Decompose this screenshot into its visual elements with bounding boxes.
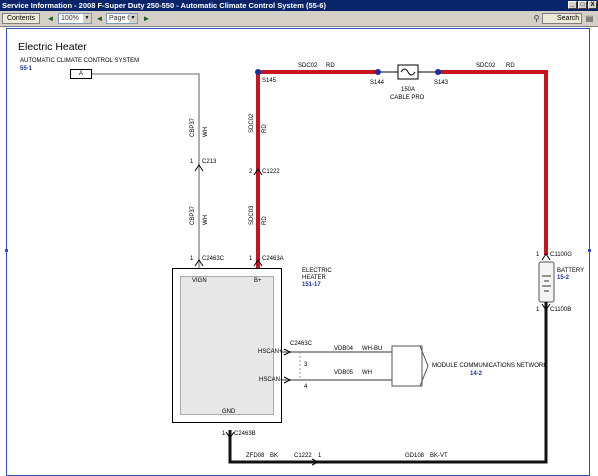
connector-c2463b-label: C2463B (234, 431, 256, 437)
wire-color-label: WH-BU (362, 346, 383, 352)
fuse-rating-label: 150A (401, 87, 416, 93)
circuit-sdc02-label: SDC02 (298, 63, 318, 69)
pin-number: 4 (304, 384, 308, 390)
connector-c2463c-label: C2463C (202, 256, 225, 262)
connector-c1222-label: C1222 (262, 169, 280, 175)
wire-color-label: RD (506, 63, 515, 69)
battery-icon (538, 261, 555, 303)
pin-number: 1 (318, 453, 322, 459)
module-network-ref[interactable]: 14-2 (470, 371, 482, 378)
wire-color-label: WH (203, 215, 209, 225)
splice-node (255, 69, 261, 75)
module-network-label: MODULE COMMUNICATIONS NETWORK (432, 363, 548, 369)
pin-number: 3 (304, 362, 308, 368)
splice-s144-label: S144 (370, 80, 385, 86)
circuit-cbp37-label: CBP37 (190, 205, 196, 225)
pin-gnd-label: GND (222, 409, 236, 415)
circuit-sdc03-vert-label: SDC03 (249, 205, 255, 225)
circuit-sdc02-vert-label: SDC02 (249, 113, 255, 133)
splice-node (435, 69, 441, 75)
fuse-sub-label: CABLE PRO (390, 95, 425, 101)
pin-number: 2 (249, 169, 253, 175)
sdc02-battery-wire (438, 70, 548, 255)
connector-c2463a-label: C2463A (262, 256, 284, 262)
connector-c2463c-label: C2463C (290, 341, 313, 347)
can-connector (391, 345, 423, 387)
pin-number: 1 (536, 252, 540, 258)
connector-c1100g-label: C1100G (550, 252, 572, 258)
wire-color-label: WH (362, 370, 372, 376)
wiring-svg (92, 64, 555, 466)
circuit-gd108-label: GD108 (405, 453, 425, 459)
splice-node (375, 69, 381, 75)
cbp37-wire (92, 73, 200, 268)
connector-arrow (541, 253, 551, 261)
pin-number: 1 (536, 307, 540, 313)
pin-hscan-plus-label: HSCAN+ (258, 349, 283, 355)
pin-bplus-label: B+ (254, 278, 262, 284)
connector-c1222-label: C1222 (294, 453, 312, 459)
pin-vign-label: VIGN (192, 278, 207, 284)
circuit-sdc02-label: SDC02 (476, 63, 496, 69)
wire-color-label: BK (270, 453, 279, 459)
pin-number: 1 (190, 159, 194, 165)
connector-c213-label: C213 (202, 159, 217, 165)
pin-number: 1 (249, 256, 253, 262)
circuit-cbp37-label: CBP37 (190, 117, 196, 137)
wire-color-label: BK-VT (430, 453, 448, 459)
splice-s143-label: S143 (434, 80, 449, 86)
circuit-vdb04-label: VDB04 (334, 346, 354, 352)
battery-name-label: BATTERY (557, 268, 585, 274)
wire-color-label: WH (203, 127, 209, 137)
pin-number: 1 (222, 431, 226, 437)
connector-c1100b-label: C1100B (550, 307, 572, 313)
circuit-vdb05-label: VDB05 (334, 370, 354, 376)
wire-color-label: RD (262, 124, 268, 133)
heater-ref-link[interactable]: 151-17 (302, 282, 321, 289)
circuit-zfd08-label: ZFD08 (246, 453, 265, 459)
wire-color-label: RD (262, 216, 268, 225)
heater-name-label: HEATER (302, 275, 326, 281)
pin-hscan-minus-label: HSCAN- (259, 377, 283, 383)
pin-number: 1 (190, 256, 194, 262)
battery-ref-link[interactable]: 15-2 (557, 275, 569, 282)
wire-color-label: RD (326, 63, 335, 69)
heater-name-label: ELECTRIC (302, 268, 332, 274)
splice-s145-label: S145 (262, 78, 277, 84)
